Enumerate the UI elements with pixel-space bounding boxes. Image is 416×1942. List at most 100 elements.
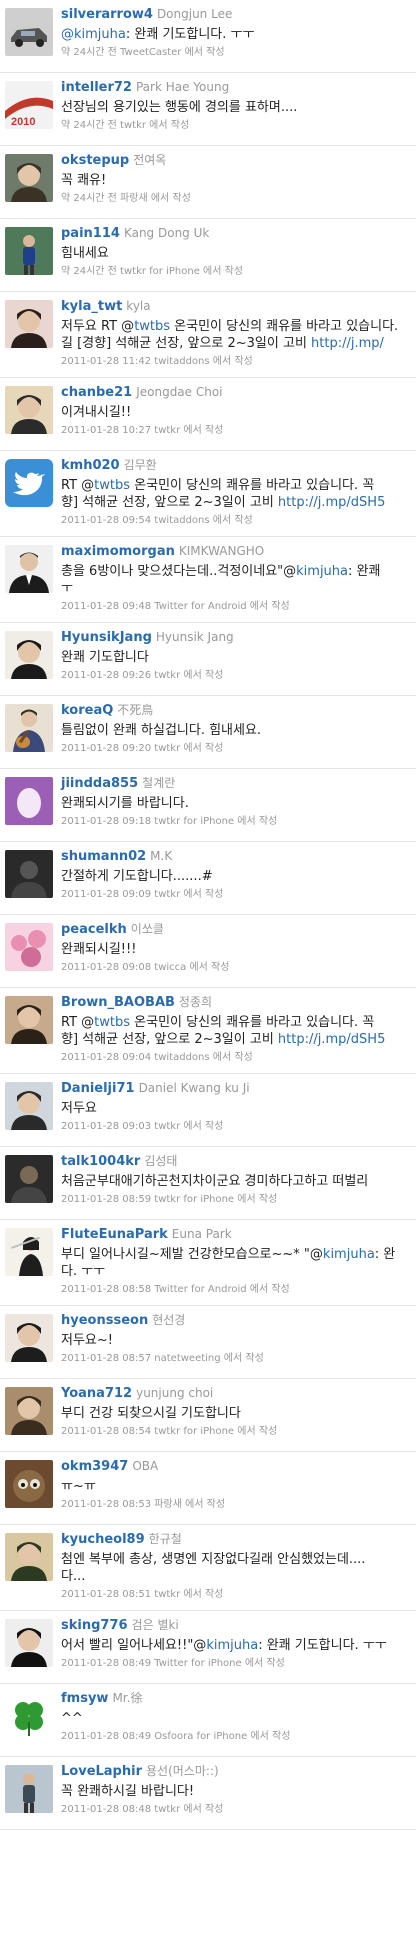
tweet-meta: 2011-01-28 08:48 twtkr 에서 작성 [61,1804,224,1815]
avatar[interactable] [5,1082,53,1130]
tweet-item: hyeonsseon 현선경 저두요~! 2011-01-28 08:57 natet… [0,1306,416,1379]
screen-name-link[interactable]: Danielji71 [61,1081,135,1096]
screen-name-link[interactable]: kyla_twt [61,299,122,314]
avatar[interactable] [5,1314,53,1362]
avatar[interactable] [5,227,53,275]
avatar[interactable] [5,1619,53,1667]
text-segment: 선장님의 용기있는 행동에 경의를 표하며.... [61,100,298,115]
avatar[interactable] [5,777,53,825]
tweet-content: hyeonsseon 현선경 저두요~! 2011-01-28 08:57 natet… [61,1312,416,1365]
screen-name-link[interactable]: maximomorgan [61,544,175,559]
screen-name-link[interactable]: FluteEunaPark [61,1227,168,1242]
avatar[interactable] [5,8,53,56]
avatar[interactable] [5,1533,53,1581]
real-name: KIMKWANGHO [178,544,265,558]
text-segment: 틀림없이 완쾌 하실겁니다. 힘내세요. [61,723,262,738]
screen-name-link[interactable]: koreaQ [61,703,113,718]
tweet-text-continued: ㅜ [61,580,416,597]
tweet-text-continued: 향] 석해균 선장, 앞으로 2~3일이 고비 http://j.mp/dSH5 [61,1031,416,1048]
avatar[interactable] [5,386,53,434]
tweet-content: peacelkh 이쏘클 완쾌되시길!!! 2011-01-28 09:08 twic… [61,921,416,974]
avatar[interactable] [5,154,53,202]
screen-name-link[interactable]: chanbe21 [61,385,132,400]
screen-name-link[interactable]: Brown_BAOBAB [61,995,175,1010]
tweet-content: inteller72 Park Hae Young 선장님의 용기있는 행동에 경의… [61,79,416,132]
avatar[interactable] [5,1460,53,1508]
avatar[interactable] [5,459,53,507]
tweet-meta: 2011-01-28 08:58 Twitter for Android 에서 … [61,1284,290,1295]
avatar[interactable] [5,923,53,971]
tweet-text: 힘내세요 [61,245,416,262]
screen-name-link[interactable]: silverarrow4 [61,7,153,22]
url-link[interactable]: http://j.mp/dSH5 [278,495,385,510]
screen-name-link[interactable]: fmsyw [61,1691,108,1706]
tweet-content: okm3947 OBA ㅠ~ㅠ 2011-01-28 08:53 파랑새 에서 작성 [61,1458,416,1511]
avatar[interactable] [5,300,53,348]
screen-name-link[interactable]: okm3947 [61,1459,128,1474]
real-name: 검은 별ki [131,1618,179,1632]
avatar[interactable] [5,996,53,1044]
real-name: 不死鳥 [117,703,154,717]
screen-name-link[interactable]: peacelkh [61,922,127,937]
avatar[interactable] [5,1765,53,1813]
screen-name-link[interactable]: kmh020 [61,458,120,473]
tweet-header: peacelkh 이쏘클 [61,921,416,938]
screen-name-link[interactable]: shumann02 [61,849,146,864]
avatar[interactable] [5,1387,53,1435]
tweet-header: inteller72 Park Hae Young [61,79,416,96]
real-name: 현선경 [152,1313,186,1327]
screen-name-link[interactable]: jiindda855 [61,776,138,791]
mention-link[interactable]: kimjuha [296,564,348,579]
screen-name-link[interactable]: talk1004kr [61,1154,140,1169]
tweet-header: okstepup 전여옥 [61,152,416,169]
tweet-item: okm3947 OBA ㅠ~ㅠ 2011-01-28 08:53 파랑새 에서 작성 [0,1452,416,1525]
avatar[interactable]: 2010 [5,81,53,129]
tweet-item: kyucheol89 한규철 첨엔 복부에 총상, 생명엔 지장없다길래 안심했었는… [0,1525,416,1611]
tweet-meta: 2011-01-28 08:59 twtkr for iPhone 에서 작성 [61,1194,278,1205]
avatar[interactable] [5,1228,53,1276]
text-segment: 다... [61,1569,86,1584]
url-link[interactable]: http://j.mp/ [311,336,384,351]
tweet-content: jiindda855 철계란 완쾌되시기를 바랍니다. 2011-01-28 09:1… [61,775,416,828]
screen-name-link[interactable]: hyeonsseon [61,1313,148,1328]
tweet-content: fmsyw Mr.徐 ^^ 2011-01-28 08:49 Osfoora for … [61,1690,416,1743]
mention-link[interactable]: kimjuha [206,1638,258,1653]
text-segment: 저두요~! [61,1333,113,1348]
screen-name-link[interactable]: kyucheol89 [61,1532,145,1547]
avatar[interactable] [5,704,53,752]
real-name: 김무환 [123,458,157,472]
real-name: 전여옥 [133,153,167,167]
screen-name-link[interactable]: okstepup [61,153,129,168]
mention-link[interactable]: kimjuha [323,1247,375,1262]
avatar[interactable] [5,850,53,898]
avatar[interactable] [5,1692,53,1740]
tweet-meta: 2011-01-28 09:18 twtkr for iPhone 에서 작성 [61,816,278,827]
avatar[interactable] [5,545,53,593]
screen-name-link[interactable]: Yoana712 [61,1386,132,1401]
mention-link[interactable]: @kimjuha [61,27,126,42]
mention-link[interactable]: twtbs [94,1015,130,1030]
screen-name-link[interactable]: sking776 [61,1618,128,1633]
text-segment: RT @ [61,478,95,493]
mention-link[interactable]: twtbs [134,319,170,334]
url-link[interactable]: http://j.mp/dSH5 [278,1032,385,1047]
screen-name-link[interactable]: HyunsikJang [61,630,152,645]
tweet-content: shumann02 M.K 간절하게 기도합니다.......# 2011-01-28… [61,848,416,901]
tweet-text: 선장님의 용기있는 행동에 경의를 표하며.... [61,99,416,116]
text-segment: 향] 석해균 선장, 앞으로 2~3일이 고비 [61,1032,278,1047]
screen-name-link[interactable]: LoveLaphir [61,1764,142,1779]
tweet-content: koreaQ 不死鳥 틀림없이 완쾌 하실겁니다. 힘내세요. 2011-01-28 … [61,702,416,755]
screen-name-link[interactable]: pain114 [61,226,120,241]
text-segment: : 완쾌 [348,564,381,579]
text-segment: 부디 일어나시길~제발 건강한모습으로~~* "@ [61,1247,323,1262]
avatar[interactable] [5,631,53,679]
mention-link[interactable]: twtbs [94,478,130,493]
tweet-header: FluteEunaPark Euna Park [61,1226,416,1243]
text-segment: 부디 건강 되찾으시길 기도합니다 [61,1406,241,1421]
tweet-text: 어서 빨리 일어나세요!!"@kimjuha: 완쾌 기도합니다. ㅜㅜ [61,1637,416,1654]
avatar[interactable] [5,1155,53,1203]
screen-name-link[interactable]: inteller72 [61,80,132,95]
tweet-text: 꼭 완쾌하시길 바랍니다! [61,1783,416,1800]
tweet-content: kmh020 김무환 RT @twtbs 온국민이 당신의 쾌유를 바라고 있습니다… [61,457,416,527]
tweet-item: fmsyw Mr.徐 ^^ 2011-01-28 08:49 Osfoora for … [0,1684,416,1757]
